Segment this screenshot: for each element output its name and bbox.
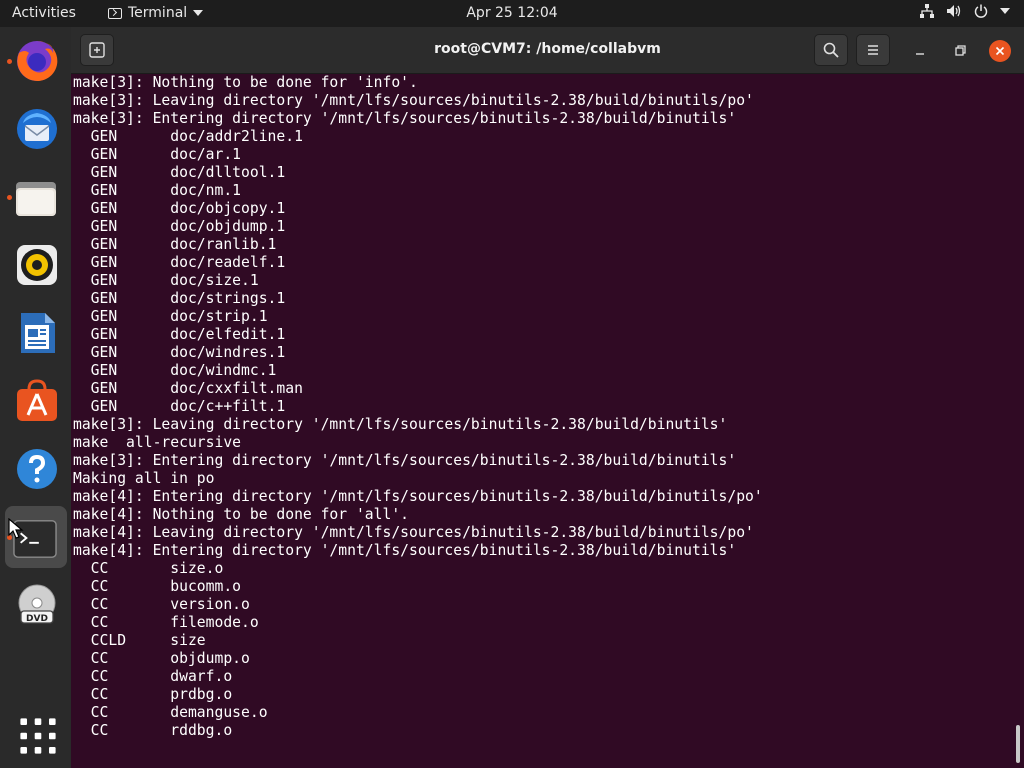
app-menu-label: Terminal xyxy=(128,5,188,21)
dock-item-firefox[interactable] xyxy=(5,30,67,92)
new-tab-icon xyxy=(89,42,105,58)
terminal-line: Making all in po xyxy=(73,470,215,487)
terminal-line: GEN doc/cxxfilt.man xyxy=(73,380,303,397)
files-icon xyxy=(16,182,56,216)
dvd-icon: DVD xyxy=(18,584,56,624)
terminal-line: CC version.o xyxy=(73,596,250,613)
top-bar: Activities Terminal Apr 25 12:04 xyxy=(0,0,1024,27)
terminal-line: make[3]: Nothing to be done for 'info'. xyxy=(73,74,418,91)
terminal-line: make[4]: Entering directory '/mnt/lfs/so… xyxy=(73,542,737,559)
dock-item-files[interactable] xyxy=(5,166,67,228)
terminal-line: GEN doc/addr2line.1 xyxy=(73,128,303,145)
scrollbar-thumb[interactable] xyxy=(1016,725,1020,763)
terminal-line: GEN doc/c++filt.1 xyxy=(73,398,286,415)
terminal-line: CC objdump.o xyxy=(73,650,250,667)
terminal-line: make[3]: Entering directory '/mnt/lfs/so… xyxy=(73,110,737,127)
terminal-output[interactable]: make[3]: Nothing to be done for 'info'. m… xyxy=(71,74,1013,768)
dock-item-ubuntu-software[interactable] xyxy=(5,370,67,432)
terminal-line: CC filemode.o xyxy=(73,614,259,631)
terminal-line: GEN doc/dlltool.1 xyxy=(73,164,286,181)
software-icon xyxy=(17,379,57,421)
terminal-line: GEN doc/objdump.1 xyxy=(73,218,286,235)
close-button[interactable] xyxy=(989,40,1011,62)
activities-button[interactable]: Activities xyxy=(12,5,76,21)
terminal-line: GEN doc/ranlib.1 xyxy=(73,236,277,253)
terminal-line: GEN doc/windres.1 xyxy=(73,344,286,361)
terminal-line: make[4]: Entering directory '/mnt/lfs/so… xyxy=(73,488,763,505)
chevron-down-icon xyxy=(1000,8,1010,14)
terminal-line: CC prdbg.o xyxy=(73,686,233,703)
thunderbird-icon xyxy=(17,109,57,149)
system-tray[interactable] xyxy=(920,4,1010,18)
maximize-button[interactable] xyxy=(949,40,971,62)
power-icon xyxy=(974,4,988,18)
svg-text:DVD: DVD xyxy=(26,614,48,624)
terminal-line: GEN doc/readelf.1 xyxy=(73,254,286,271)
terminal-line: CCLD size xyxy=(73,632,206,649)
show-applications-button[interactable] xyxy=(5,704,67,766)
menu-button[interactable] xyxy=(856,34,890,66)
terminal-line: make[3]: Entering directory '/mnt/lfs/so… xyxy=(73,452,737,469)
window-header-bar[interactable]: root@CVM7: /home/collabvm xyxy=(71,27,1024,74)
minimize-button[interactable] xyxy=(909,40,931,62)
dock-item-rhythmbox[interactable] xyxy=(5,234,67,296)
running-indicator xyxy=(7,59,12,64)
close-icon xyxy=(995,46,1005,56)
dock: DVD xyxy=(0,27,71,768)
terminal-line: CC demanguse.o xyxy=(73,704,268,721)
terminal-line: make[3]: Leaving directory '/mnt/lfs/sou… xyxy=(73,416,728,433)
search-icon xyxy=(823,42,839,58)
running-indicator xyxy=(7,195,12,200)
terminal-icon xyxy=(108,7,122,19)
writer-icon xyxy=(21,313,55,353)
terminal-line: make[4]: Leaving directory '/mnt/lfs/sou… xyxy=(73,524,754,541)
terminal-line: make[3]: Leaving directory '/mnt/lfs/sou… xyxy=(73,92,754,109)
rhythmbox-icon xyxy=(17,245,57,285)
terminal-line: GEN doc/nm.1 xyxy=(73,182,242,199)
volume-icon xyxy=(947,5,961,17)
terminal-window: root@CVM7: /home/collabvm make[3]: Nothi… xyxy=(71,27,1024,768)
terminal-line: CC size.o xyxy=(73,560,224,577)
dock-item-thunderbird[interactable] xyxy=(5,98,67,160)
help-icon xyxy=(17,449,57,489)
terminal-line: GEN doc/windmc.1 xyxy=(73,362,277,379)
app-grid-icon xyxy=(20,718,56,754)
terminal-line: GEN doc/strings.1 xyxy=(73,290,286,307)
minimize-icon xyxy=(916,53,924,55)
terminal-line: CC dwarf.o xyxy=(73,668,233,685)
terminal-line: GEN doc/elfedit.1 xyxy=(73,326,286,343)
terminal-line: make[4]: Nothing to be done for 'all'. xyxy=(73,506,410,523)
mouse-pointer-icon xyxy=(8,518,24,539)
dock-item-libreoffice-writer[interactable] xyxy=(5,302,67,364)
dock-item-help[interactable] xyxy=(5,438,67,500)
network-icon xyxy=(920,4,934,18)
terminal-line: GEN doc/strip.1 xyxy=(73,308,268,325)
app-menu[interactable]: Terminal xyxy=(108,5,204,21)
clock[interactable]: Apr 25 12:04 xyxy=(466,5,557,21)
hamburger-menu-icon xyxy=(868,45,878,55)
firefox-icon xyxy=(17,40,58,81)
terminal-line: GEN doc/size.1 xyxy=(73,272,259,289)
terminal-line: CC rddbg.o xyxy=(73,722,233,739)
new-tab-button[interactable] xyxy=(80,34,114,66)
search-button[interactable] xyxy=(814,34,848,66)
terminal-line: GEN doc/ar.1 xyxy=(73,146,242,163)
dock-item-dvd[interactable]: DVD xyxy=(5,574,67,636)
restore-icon xyxy=(955,45,966,56)
terminal-line: GEN doc/objcopy.1 xyxy=(73,200,286,217)
terminal-line: CC bucomm.o xyxy=(73,578,242,595)
chevron-down-icon xyxy=(193,10,204,16)
terminal-line: make all-recursive xyxy=(73,434,242,451)
